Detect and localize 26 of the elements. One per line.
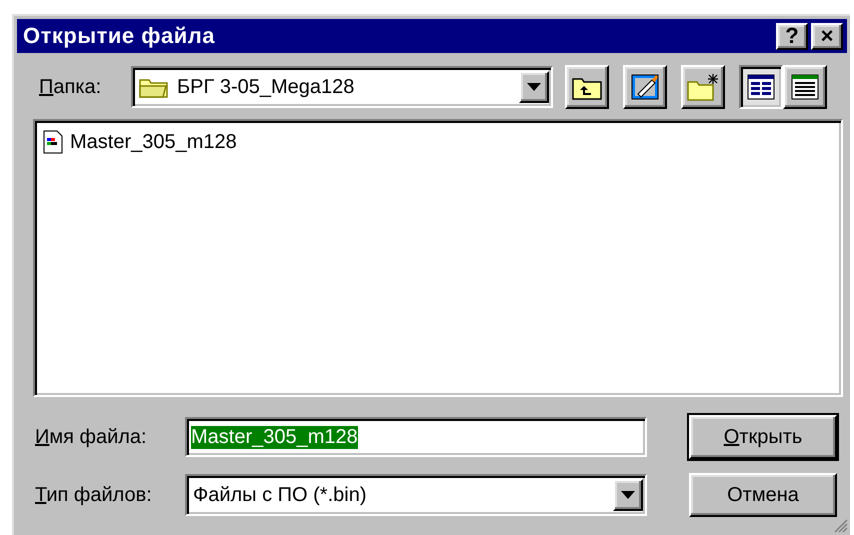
window-title: Открытие файла (23, 23, 216, 49)
file-name-label: Имя файла: (35, 426, 148, 448)
caret-icon (621, 491, 635, 499)
toolbar-button[interactable] (739, 65, 783, 109)
file-type-dropdown[interactable]: Файлы с ПО (*.bin) (185, 474, 647, 516)
file-item[interactable]: Master_305_m128 (39, 129, 240, 155)
open-button[interactable]: Открыть (689, 415, 837, 459)
file-type-label: Тип файлов: (35, 484, 153, 506)
details-view-icon (791, 74, 819, 100)
folder-label: Папка: (39, 76, 102, 98)
dropdown-button[interactable] (519, 71, 549, 103)
caret-icon (527, 83, 541, 91)
help-button[interactable]: ? (776, 22, 808, 50)
folder-name: БРГ 3-05_Mega128 (177, 76, 354, 98)
resize-grip-icon[interactable] (832, 517, 848, 533)
new-folder-icon (687, 73, 719, 101)
file-type-value: Файлы с ПО (*.bin) (193, 484, 366, 506)
cancel-button[interactable]: Отмена (689, 473, 837, 517)
folder-dropdown[interactable]: БРГ 3-05_Mega128 (131, 66, 553, 108)
desktop-icon (630, 72, 660, 102)
file-icon (42, 130, 64, 154)
list-view-icon (747, 74, 775, 100)
close-button[interactable]: × (811, 22, 843, 50)
file-name-value: Master_305_m128 (191, 426, 358, 448)
file-name-field[interactable]: Master_305_m128 (185, 417, 647, 457)
dropdown-button[interactable] (613, 479, 643, 511)
